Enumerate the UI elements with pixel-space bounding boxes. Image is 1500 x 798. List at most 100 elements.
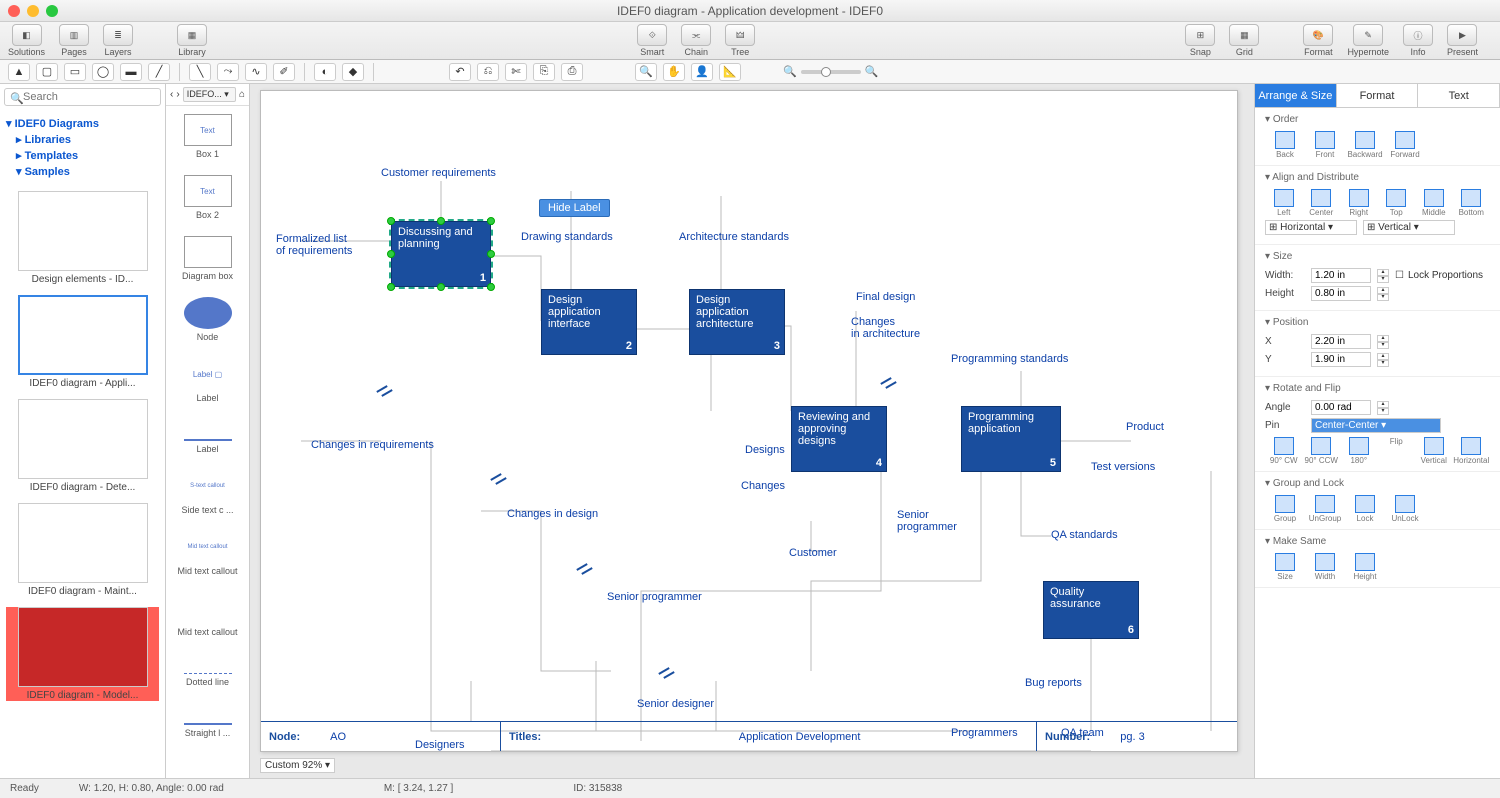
lock-proportions-checkbox[interactable]: ☐Lock Proportions: [1395, 270, 1483, 281]
line-tool[interactable]: ╱: [148, 63, 170, 81]
shape-box1[interactable]: TextBox 1: [166, 106, 249, 167]
order-backward-button[interactable]: Backward: [1345, 131, 1385, 159]
tree-button[interactable]: 🜲Tree: [725, 24, 755, 57]
cut-button[interactable]: ✄: [505, 63, 527, 81]
chain-button[interactable]: ⫘Chain: [681, 24, 711, 57]
shape-side-text[interactable]: S-text calloutSide text c ...: [166, 462, 249, 523]
x-input[interactable]: [1311, 334, 1371, 349]
pin-select[interactable]: Center-Center ▾: [1311, 418, 1441, 433]
grid-button[interactable]: ▦Grid: [1229, 24, 1259, 57]
distribute-horizontal-select[interactable]: ⊞ Horizontal ▾: [1265, 220, 1357, 235]
same-width-button[interactable]: Width: [1305, 553, 1345, 581]
eyedropper-tool[interactable]: ✐: [273, 63, 295, 81]
shape-dotted-line[interactable]: Dotted line: [166, 645, 249, 695]
align-top-button[interactable]: Top: [1378, 189, 1416, 217]
format-button[interactable]: 🎨Format: [1303, 24, 1333, 57]
shape-label1[interactable]: Label ▢Label: [166, 350, 249, 411]
user-tool[interactable]: 👤: [691, 63, 713, 81]
shapes-fwd-icon[interactable]: ›: [176, 89, 179, 100]
width-stepper[interactable]: ▴▾: [1377, 269, 1389, 283]
layers-button[interactable]: ≣Layers: [103, 24, 133, 57]
rect-tool[interactable]: ▭: [64, 63, 86, 81]
width-input[interactable]: [1311, 268, 1371, 283]
shape-diagram-box[interactable]: Diagram box: [166, 228, 249, 289]
flip-vertical-button[interactable]: Vertical: [1415, 437, 1453, 465]
curve-tool[interactable]: ∿: [245, 63, 267, 81]
search-input[interactable]: [4, 88, 161, 106]
canvas-area[interactable]: Customer requirements Formalized list of…: [250, 84, 1254, 778]
shapes-back-icon[interactable]: ‹: [170, 89, 173, 100]
box-design-architecture[interactable]: Design application architecture3: [689, 289, 785, 355]
library-button[interactable]: ▦Library: [177, 24, 207, 57]
align-center-button[interactable]: Center: [1303, 189, 1341, 217]
marquee-tool[interactable]: ▢: [36, 63, 58, 81]
zoom-dropdown[interactable]: Custom 92% ▾: [260, 756, 335, 774]
smart-button[interactable]: ⟐Smart: [637, 24, 667, 57]
tree-root[interactable]: ▾ IDEF0 Diagrams: [6, 117, 159, 130]
same-height-button[interactable]: Height: [1345, 553, 1385, 581]
hand-tool[interactable]: ✋: [663, 63, 685, 81]
lock-button[interactable]: Lock: [1345, 495, 1385, 523]
shape-label2[interactable]: Label: [166, 411, 249, 462]
rotate-90cw-button[interactable]: 90° CW: [1265, 437, 1303, 465]
hide-label-tooltip[interactable]: Hide Label: [539, 199, 610, 217]
thumb-idef0-dete[interactable]: IDEF0 diagram - Dete...: [6, 399, 159, 493]
order-back-button[interactable]: Back: [1265, 131, 1305, 159]
present-button[interactable]: ▶Present: [1447, 24, 1478, 57]
zoom-in-icon[interactable]: 🔍: [865, 65, 879, 78]
align-bottom-button[interactable]: Bottom: [1453, 189, 1491, 217]
tab-arrange-size[interactable]: Arrange & Size: [1255, 84, 1337, 107]
select-tool[interactable]: ▲: [8, 63, 30, 81]
tab-text[interactable]: Text: [1418, 84, 1500, 107]
maximize-icon[interactable]: [46, 5, 58, 17]
shape-mid-text1[interactable]: Mid text calloutMid text callout: [166, 523, 249, 584]
tree-libraries[interactable]: ▸ Libraries: [16, 133, 159, 146]
close-icon[interactable]: [8, 5, 20, 17]
thumb-design-elements[interactable]: Design elements - ID...: [6, 191, 159, 285]
zoom-out-icon[interactable]: 🔍: [783, 65, 797, 78]
angle-input[interactable]: [1311, 400, 1371, 415]
height-stepper[interactable]: ▴▾: [1377, 287, 1389, 301]
copy-button[interactable]: ⎘: [533, 63, 555, 81]
solutions-button[interactable]: ◧Solutions: [8, 24, 45, 57]
tree-templates[interactable]: ▸ Templates: [16, 149, 159, 162]
height-input[interactable]: [1311, 286, 1371, 301]
box-programming[interactable]: Programming application5: [961, 406, 1061, 472]
shadow-tool[interactable]: ◆: [342, 63, 364, 81]
box-reviewing[interactable]: Reviewing and approving designs4: [791, 406, 887, 472]
angle-stepper[interactable]: ▴▾: [1377, 401, 1389, 415]
diagram-canvas[interactable]: Customer requirements Formalized list of…: [260, 90, 1238, 752]
box-discussing-planning[interactable]: Discussing and planning1: [391, 221, 491, 287]
paste-button[interactable]: ⎙: [561, 63, 583, 81]
tab-format[interactable]: Format: [1337, 84, 1419, 107]
connector-tool[interactable]: ⤳: [217, 63, 239, 81]
align-middle-button[interactable]: Middle: [1415, 189, 1453, 217]
ellipse-tool[interactable]: ◯: [92, 63, 114, 81]
hypernote-button[interactable]: ✎Hypernote: [1347, 24, 1389, 57]
text-tool[interactable]: ▬: [120, 63, 142, 81]
box-qa[interactable]: Quality assurance6: [1043, 581, 1139, 639]
shapes-dropdown[interactable]: IDEFO... ▾: [183, 87, 236, 102]
order-front-button[interactable]: Front: [1305, 131, 1345, 159]
shape-node[interactable]: Node: [166, 289, 249, 350]
zoom-tool[interactable]: 🔍: [635, 63, 657, 81]
pages-button[interactable]: ▥Pages: [59, 24, 89, 57]
snap-button[interactable]: ⊞Snap: [1185, 24, 1215, 57]
group-button[interactable]: Group: [1265, 495, 1305, 523]
align-right-button[interactable]: Right: [1340, 189, 1378, 217]
zoom-slider[interactable]: 🔍 🔍: [783, 65, 878, 78]
thumb-idef0-maint[interactable]: IDEF0 diagram - Maint...: [6, 503, 159, 597]
thumb-idef0-model[interactable]: IDEF0 diagram - Model...: [6, 607, 159, 701]
align-left-button[interactable]: Left: [1265, 189, 1303, 217]
shape-straight-line[interactable]: Straight l ...: [166, 695, 249, 746]
x-stepper[interactable]: ▴▾: [1377, 335, 1389, 349]
box-design-interface[interactable]: Design application interface2: [541, 289, 637, 355]
undo-button[interactable]: ↶: [449, 63, 471, 81]
thumb-idef0-appli[interactable]: IDEF0 diagram - Appli...: [6, 295, 159, 389]
minimize-icon[interactable]: [27, 5, 39, 17]
ungroup-button[interactable]: UnGroup: [1305, 495, 1345, 523]
pen-tool[interactable]: ╲: [189, 63, 211, 81]
redo-button[interactable]: ⎌: [477, 63, 499, 81]
unlock-button[interactable]: UnLock: [1385, 495, 1425, 523]
shape-mid-text2[interactable]: Mid text callout: [166, 584, 249, 645]
